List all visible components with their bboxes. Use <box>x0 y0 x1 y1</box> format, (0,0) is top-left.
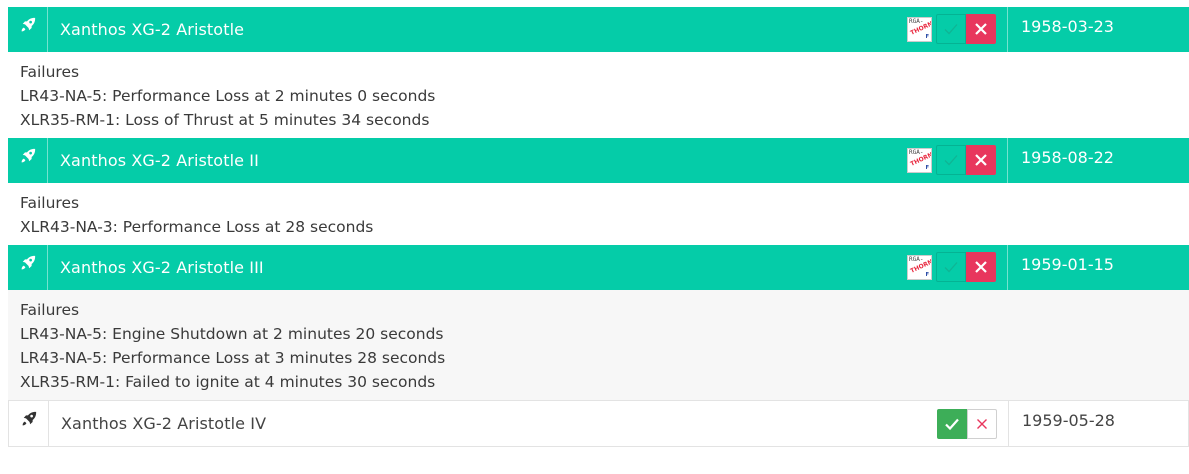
failure-item: LR43-NA-5: Engine Shutdown at 2 minutes … <box>20 325 444 343</box>
vessel-cell: Xanthos XG-2 Aristotle III RGA- THORN F <box>48 245 1008 290</box>
launch-date: 1958-08-22 <box>1021 148 1114 167</box>
launch-date: 1959-05-28 <box>1022 411 1115 430</box>
check-icon <box>944 24 958 35</box>
engine-manufacturer-badge: RGA- THORN F <box>907 254 932 280</box>
vessel-name[interactable]: Xanthos XG-2 Aristotle IV <box>61 414 266 433</box>
mark-failure-button[interactable] <box>966 252 996 282</box>
close-icon <box>977 419 987 429</box>
vessel-cell: Xanthos XG-2 Aristotle RGA- THORN F <box>48 7 1008 52</box>
rocket-icon <box>8 138 48 183</box>
launch-actions: RGA- THORN F <box>907 14 996 44</box>
launch-date: 1958-03-23 <box>1021 17 1114 36</box>
close-icon <box>975 154 987 166</box>
failures-heading: Failures <box>20 63 80 81</box>
launch-row: Xanthos XG-2 Aristotle III RGA- THORN F … <box>8 245 1189 290</box>
launch-list: Xanthos XG-2 Aristotle RGA- THORN F 1958… <box>8 7 1189 447</box>
vessel-name[interactable]: Xanthos XG-2 Aristotle III <box>60 258 264 277</box>
failures-heading: Failures <box>20 194 80 212</box>
failure-item: XLR35-RM-1: Loss of Thrust at 5 minutes … <box>20 111 430 129</box>
rocket-icon <box>8 245 48 290</box>
failure-item: LR43-NA-5: Performance Loss at 2 minutes… <box>20 87 436 105</box>
launch-row: Xanthos XG-2 Aristotle RGA- THORN F 1958… <box>8 7 1189 52</box>
launch-row: Xanthos XG-2 Aristotle II RGA- THORN F 1… <box>8 138 1189 183</box>
mark-failure-button[interactable] <box>966 145 996 175</box>
close-icon <box>975 23 987 35</box>
failures-panel: Failures XLR43-NA-3: Performance Loss at… <box>8 183 1189 245</box>
mark-success-button[interactable] <box>936 145 966 175</box>
mark-success-button[interactable] <box>936 14 966 44</box>
vessel-name[interactable]: Xanthos XG-2 Aristotle <box>60 20 244 39</box>
mark-success-button[interactable] <box>937 409 967 439</box>
vessel-cell: Xanthos XG-2 Aristotle II RGA- THORN F <box>48 138 1008 183</box>
failures-panel: Failures LR43-NA-5: Engine Shutdown at 2… <box>8 290 1189 400</box>
rocket-icon <box>9 401 49 446</box>
launch-actions <box>937 409 997 439</box>
launch-actions: RGA- THORN F <box>907 252 996 282</box>
failure-item: XLR35-RM-1: Failed to ignite at 4 minute… <box>20 373 436 391</box>
engine-manufacturer-badge: RGA- THORN F <box>907 147 932 173</box>
mark-failure-button[interactable] <box>967 409 997 439</box>
vessel-cell: Xanthos XG-2 Aristotle IV <box>49 401 1009 446</box>
launch-actions: RGA- THORN F <box>907 145 996 175</box>
failure-item: XLR43-NA-3: Performance Loss at 28 secon… <box>20 218 374 236</box>
launch-date: 1959-01-15 <box>1021 255 1114 274</box>
check-icon <box>944 262 958 273</box>
rocket-icon <box>8 7 48 52</box>
check-icon <box>944 155 958 166</box>
mark-success-button[interactable] <box>936 252 966 282</box>
vessel-name[interactable]: Xanthos XG-2 Aristotle II <box>60 151 259 170</box>
mark-failure-button[interactable] <box>966 14 996 44</box>
failure-item: LR43-NA-5: Performance Loss at 3 minutes… <box>20 349 446 367</box>
engine-manufacturer-badge: RGA- THORN F <box>907 16 932 42</box>
failures-panel: Failures LR43-NA-5: Performance Loss at … <box>8 52 1189 138</box>
check-icon <box>945 418 959 431</box>
launch-row: Xanthos XG-2 Aristotle IV 1959-05-28 <box>8 400 1189 447</box>
failures-heading: Failures <box>20 301 80 319</box>
close-icon <box>975 261 987 273</box>
